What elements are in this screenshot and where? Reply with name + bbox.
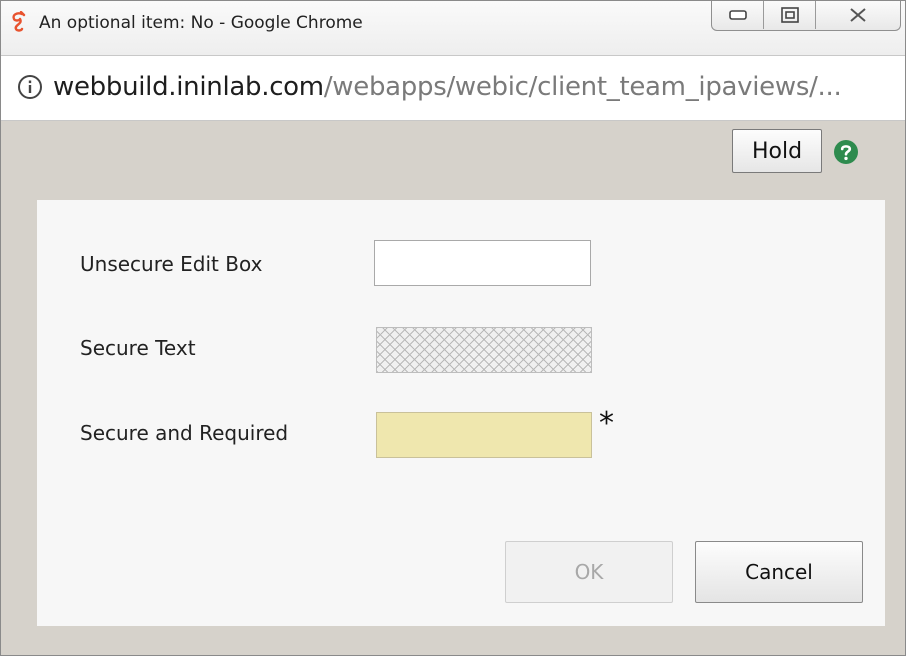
minimize-button[interactable] bbox=[712, 1, 764, 29]
help-icon[interactable] bbox=[833, 139, 859, 165]
browser-popup-window: An optional item: No - Google Chrome web… bbox=[0, 0, 906, 656]
genesys-app-icon bbox=[7, 11, 29, 33]
url-path: /webapps/webic/client_team_ipaviews/... bbox=[323, 72, 842, 102]
minimize-icon bbox=[728, 10, 747, 20]
url-text[interactable]: webbuild.ininlab.com/webapps/webic/clien… bbox=[53, 71, 842, 103]
title-bar[interactable]: An optional item: No - Google Chrome bbox=[1, 1, 905, 55]
window-title: An optional item: No - Google Chrome bbox=[39, 13, 363, 33]
cancel-button[interactable]: Cancel bbox=[695, 541, 863, 603]
window-controls bbox=[711, 1, 901, 31]
secure-and-required-input[interactable] bbox=[376, 412, 592, 458]
hold-button[interactable]: Hold bbox=[732, 129, 822, 173]
ok-button[interactable]: OK bbox=[505, 541, 673, 603]
unsecure-edit-box-input[interactable] bbox=[374, 240, 591, 286]
secure-text-label: Secure Text bbox=[80, 336, 196, 360]
info-icon[interactable] bbox=[17, 74, 43, 100]
required-marker: * bbox=[599, 406, 614, 441]
secure-and-required-label: Secure and Required bbox=[80, 421, 289, 445]
close-button[interactable] bbox=[816, 1, 900, 29]
unsecure-edit-box-label: Unsecure Edit Box bbox=[80, 252, 263, 276]
maximize-icon bbox=[780, 7, 799, 23]
url-host: webbuild.ininlab.com bbox=[53, 72, 324, 102]
address-bar[interactable]: webbuild.ininlab.com/webapps/webic/clien… bbox=[1, 55, 905, 121]
close-icon bbox=[850, 8, 866, 22]
secure-text-input[interactable] bbox=[376, 327, 592, 373]
maximize-button[interactable] bbox=[764, 1, 816, 29]
